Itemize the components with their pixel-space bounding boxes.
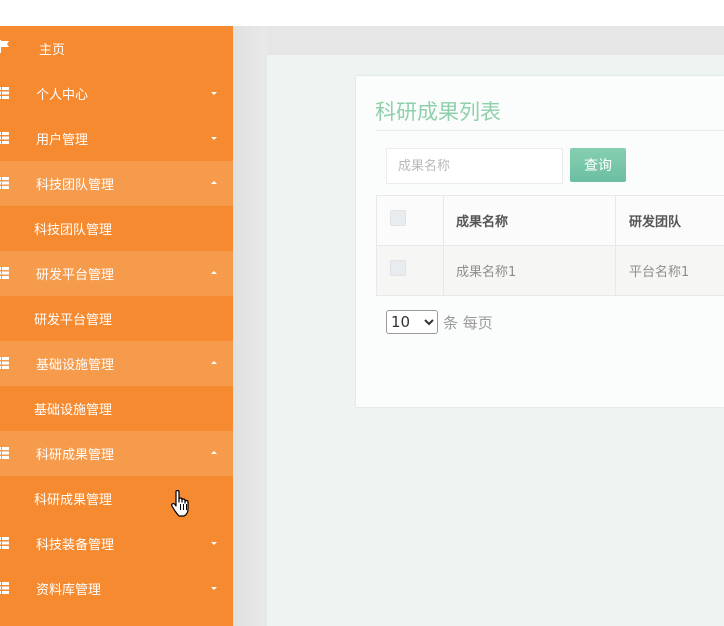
sidebar-item-personal-center[interactable]: 个人中心 xyxy=(0,71,233,116)
sidebar: 主页 个人中心 用户管理 科技团队管理 科技团队管理 研发平台管理 研发平台管理… xyxy=(0,26,233,626)
chevron-down-icon xyxy=(211,587,217,590)
table-header-row: 成果名称 研发团队 xyxy=(376,195,724,246)
results-table: 成果名称 研发团队 成果名称1 平台名称1 xyxy=(376,195,724,296)
sidebar-item-infrastructure-management[interactable]: 基础设施管理 xyxy=(0,341,233,386)
chevron-down-icon xyxy=(211,542,217,545)
grid-icon xyxy=(0,537,9,549)
flag-icon xyxy=(0,40,9,53)
grid-icon xyxy=(0,87,9,99)
select-all-checkbox[interactable] xyxy=(390,210,406,226)
table-cell: 平台名称1 xyxy=(629,265,690,280)
page-title: 科研成果列表 xyxy=(375,100,501,124)
sidebar-subitem-label: 基础设施管理 xyxy=(34,403,113,418)
grid-icon xyxy=(0,177,9,189)
query-button[interactable]: 查询 xyxy=(570,148,626,182)
column-header[interactable]: 研发团队 xyxy=(617,196,724,245)
chevron-up-icon xyxy=(211,271,217,274)
column-header[interactable]: 成果名称 xyxy=(444,196,616,245)
sidebar-subitem-infrastructure-management[interactable]: 基础设施管理 xyxy=(0,386,233,431)
sidebar-item-label: 科技装备管理 xyxy=(36,538,115,553)
chevron-up-icon xyxy=(211,451,217,454)
sidebar-item-user-management[interactable]: 用户管理 xyxy=(0,116,233,161)
sidebar-item-label: 个人中心 xyxy=(36,88,89,103)
sidebar-item-rd-platform-management[interactable]: 研发平台管理 xyxy=(0,251,233,296)
grid-icon xyxy=(0,447,9,459)
sidebar-subitem-label: 科技团队管理 xyxy=(34,223,113,238)
sidebar-item-label: 主页 xyxy=(39,43,66,58)
title-divider xyxy=(375,130,724,131)
sidebar-item-tech-team-management[interactable]: 科技团队管理 xyxy=(0,161,233,206)
sidebar-item-label: 用户管理 xyxy=(36,133,89,148)
sidebar-subitem-label: 研发平台管理 xyxy=(34,313,113,328)
sidebar-item-label: 科技团队管理 xyxy=(36,178,115,193)
sidebar-subitem-tech-team-management[interactable]: 科技团队管理 xyxy=(0,206,233,251)
chevron-up-icon xyxy=(211,181,217,184)
sidebar-shadow xyxy=(233,26,267,626)
sidebar-item-tech-equipment-management[interactable]: 科技装备管理 xyxy=(0,521,233,566)
chevron-down-icon xyxy=(211,137,217,140)
hand-pointer-icon xyxy=(171,490,189,517)
page-size-select[interactable]: 10 xyxy=(386,310,438,334)
chevron-down-icon xyxy=(211,92,217,95)
search-input[interactable] xyxy=(386,148,563,184)
sidebar-item-label: 研发平台管理 xyxy=(36,268,115,283)
per-page-label: 条 每页 xyxy=(443,313,493,332)
pagination: 10 条 每页 xyxy=(386,310,493,334)
sidebar-item-research-results-management[interactable]: 科研成果管理 xyxy=(0,431,233,476)
header-checkbox-cell xyxy=(377,196,444,245)
grid-icon xyxy=(0,267,9,279)
sidebar-item-label: 资料库管理 xyxy=(36,583,102,598)
row-checkbox[interactable] xyxy=(390,260,406,276)
grid-icon xyxy=(0,582,9,594)
grid-icon xyxy=(0,132,9,144)
table-cell: 成果名称1 xyxy=(444,246,616,295)
sidebar-item-home[interactable]: 主页 xyxy=(0,26,233,71)
sidebar-subitem-research-results-management[interactable]: 科研成果管理 xyxy=(0,476,233,521)
grid-icon xyxy=(0,357,9,369)
row-checkbox-cell xyxy=(377,246,444,295)
chevron-up-icon xyxy=(211,361,217,364)
top-bar xyxy=(0,0,724,26)
sidebar-item-label: 科研成果管理 xyxy=(36,448,115,463)
sidebar-subitem-rd-platform-management[interactable]: 研发平台管理 xyxy=(0,296,233,341)
table-row[interactable]: 成果名称1 平台名称1 xyxy=(376,246,724,296)
sidebar-item-label: 基础设施管理 xyxy=(36,358,115,373)
sidebar-subitem-label: 科研成果管理 xyxy=(34,493,113,508)
sidebar-item-library-management[interactable]: 资料库管理 xyxy=(0,566,233,611)
